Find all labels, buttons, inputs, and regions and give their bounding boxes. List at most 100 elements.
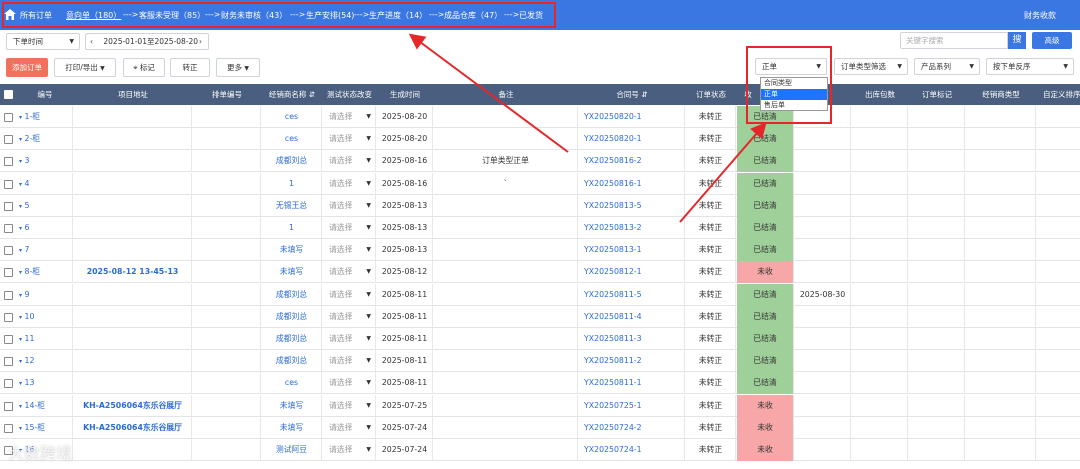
- order-type-filter-select[interactable]: 订单类型筛选 ▼: [834, 58, 908, 75]
- test-status-select[interactable]: 请选择 ▼: [323, 172, 376, 195]
- project-address[interactable]: [74, 305, 192, 328]
- row-checkbox[interactable]: [4, 335, 13, 344]
- dealer-name[interactable]: 1: [262, 217, 322, 239]
- row-checkbox[interactable]: [4, 401, 13, 411]
- dealer-name[interactable]: 成都刘总: [262, 150, 322, 173]
- dealer-name[interactable]: 无锡王总: [262, 194, 322, 217]
- nav-finance-unreviewed[interactable]: 财务未审核（43）: [221, 10, 287, 21]
- dealer-name[interactable]: 成都刘总: [262, 305, 322, 328]
- col-header-no[interactable]: 编号: [17, 84, 73, 105]
- contract-no[interactable]: YX20250811-4: [579, 305, 685, 328]
- test-status-select[interactable]: 请选择 ▼: [323, 194, 376, 217]
- sort-select[interactable]: 按下单反序 ▼: [986, 58, 1074, 75]
- table-row[interactable]: ▾ 15-柜 KH-A2506064东乐谷展厅 未填写 请选择 ▼ 2025-07-24 Y…: [0, 416, 1080, 439]
- order-no[interactable]: ▾ 8-柜: [17, 261, 73, 284]
- order-type-select[interactable]: 正单 ▼: [755, 58, 827, 75]
- nav-all-orders[interactable]: 所有订单: [20, 10, 52, 21]
- table-row[interactable]: ▾ 11 成都刘总 请选择 ▼ 2025-08-11 YX20250811-3 未转正 已结清: [0, 328, 1080, 350]
- row-checkbox[interactable]: [4, 246, 13, 256]
- order-no[interactable]: ▾ 12: [17, 350, 73, 373]
- dealer-name[interactable]: 测试阿豆: [262, 439, 322, 461]
- dealer-name[interactable]: 成都刘总: [262, 350, 322, 373]
- project-address[interactable]: [74, 439, 192, 461]
- order-no[interactable]: ▾ 6: [17, 217, 73, 239]
- project-address[interactable]: 2025-08-12 13-45-13: [74, 261, 192, 284]
- contract-no[interactable]: YX20250813-5: [579, 194, 685, 217]
- dealer-name[interactable]: ces: [262, 106, 322, 128]
- search-input[interactable]: 关键字搜索: [900, 32, 1008, 49]
- contract-no[interactable]: YX20250816-2: [579, 150, 685, 173]
- project-address[interactable]: [74, 150, 192, 173]
- table-row[interactable]: ▾ 2-柜 ces 请选择 ▼ 2025-08-20 YX20250820-1 未转正 已结清: [0, 128, 1080, 151]
- dealer-name[interactable]: 成都刘总: [262, 328, 322, 350]
- expand-icon[interactable]: ▾: [19, 203, 22, 210]
- project-address[interactable]: [74, 372, 192, 395]
- project-address[interactable]: [74, 239, 192, 262]
- test-status-select[interactable]: 请选择 ▼: [323, 416, 376, 439]
- dealer-name[interactable]: ces: [262, 372, 322, 395]
- contract-no[interactable]: YX20250813-2: [579, 217, 685, 239]
- order-no[interactable]: ▾ 15-柜: [17, 416, 73, 439]
- dealer-name[interactable]: 未填写: [262, 394, 322, 417]
- row-checkbox[interactable]: [4, 179, 13, 189]
- home-icon[interactable]: [4, 9, 16, 20]
- project-address[interactable]: [74, 328, 192, 350]
- sort-icon[interactable]: ⇵: [641, 90, 647, 99]
- table-row[interactable]: ▾ 4 1 请选择 ▼ 2025-08-16 ` YX20250816-1 未转正 已结清: [0, 172, 1080, 195]
- order-no[interactable]: ▾ 13: [17, 372, 73, 395]
- nav-cs-pending[interactable]: 客服未受理（85）: [139, 10, 205, 21]
- expand-icon[interactable]: ▾: [19, 247, 22, 254]
- row-checkbox[interactable]: [4, 357, 13, 367]
- date-range-picker[interactable]: ‹ 2025-01-01至2025-08-20 ›: [85, 33, 209, 50]
- product-series-select[interactable]: 产品系列 ▼: [914, 58, 980, 75]
- table-row[interactable]: ▾ 1-柜 ces 请选择 ▼ 2025-08-20 YX20250820-1 未转正 已结清: [0, 106, 1080, 128]
- test-status-select[interactable]: 请选择 ▼: [323, 128, 376, 151]
- test-status-select[interactable]: 请选择 ▼: [323, 305, 376, 328]
- order-no[interactable]: ▾ 3: [17, 150, 73, 173]
- contract-no[interactable]: YX20250724-1: [579, 439, 685, 461]
- contract-no[interactable]: YX20250724-2: [579, 416, 685, 439]
- add-order-button[interactable]: 添加订单: [6, 58, 48, 77]
- advanced-button[interactable]: 高级: [1032, 32, 1072, 49]
- contract-no[interactable]: YX20250820-1: [579, 128, 685, 151]
- table-row[interactable]: ▾ 12 成都刘总 请选择 ▼ 2025-08-11 YX20250811-2 未转正 已结清: [0, 350, 1080, 373]
- project-address[interactable]: [74, 172, 192, 195]
- expand-icon[interactable]: ▾: [19, 292, 22, 299]
- table-row[interactable]: ▾ 7 未填写 请选择 ▼ 2025-08-13 YX20250813-1 未转正 已结清: [0, 239, 1080, 262]
- contract-no[interactable]: YX20250811-1: [579, 372, 685, 395]
- nav-finished-warehouse[interactable]: 成品仓库（47）: [444, 10, 502, 21]
- table-row[interactable]: ▾ 3 成都刘总 请选择 ▼ 2025-08-16 订单类型正单 YX20250816-2 未…: [0, 150, 1080, 173]
- contract-no[interactable]: YX20250811-3: [579, 328, 685, 350]
- test-status-select[interactable]: 请选择 ▼: [323, 106, 376, 128]
- row-checkbox[interactable]: [4, 312, 13, 322]
- expand-icon[interactable]: ▾: [19, 380, 22, 387]
- table-row[interactable]: ▾ 14-柜 KH-A2506064东乐谷展厅 未填写 请选择 ▼ 2025-07-25 Y…: [0, 394, 1080, 417]
- project-address[interactable]: [74, 350, 192, 373]
- chevron-left-icon[interactable]: ‹: [90, 37, 93, 46]
- table-row[interactable]: ▾ 6 1 请选择 ▼ 2025-08-13 YX20250813-2 未转正 已结清: [0, 217, 1080, 239]
- row-checkbox[interactable]: [4, 268, 13, 278]
- dropdown-option[interactable]: 正单: [761, 89, 827, 100]
- row-checkbox[interactable]: [4, 157, 13, 167]
- test-status-select[interactable]: 请选择 ▼: [323, 261, 376, 284]
- contract-no[interactable]: YX20250813-1: [579, 239, 685, 262]
- nav-shipped[interactable]: 已发货: [519, 10, 543, 21]
- nav-production-progress[interactable]: 生产进度（14）: [369, 10, 427, 21]
- order-no[interactable]: ▾ 4: [17, 172, 73, 195]
- chevron-right-icon[interactable]: ›: [199, 34, 202, 49]
- table-row[interactable]: ▾ 16 测试阿豆 请选择 ▼ 2025-07-24 YX20250724-1 未转正 未收: [0, 439, 1080, 461]
- contract-no[interactable]: YX20250820-1: [579, 106, 685, 128]
- dealer-name[interactable]: 未填写: [262, 239, 322, 262]
- dropdown-option[interactable]: 合同类型: [761, 78, 827, 89]
- row-checkbox[interactable]: [4, 113, 13, 122]
- expand-icon[interactable]: ▾: [19, 358, 22, 365]
- mark-button[interactable]: ⌖ 标记: [123, 58, 165, 77]
- project-address[interactable]: [74, 194, 192, 217]
- contract-no[interactable]: YX20250811-2: [579, 350, 685, 373]
- test-status-select[interactable]: 请选择 ▼: [323, 372, 376, 395]
- order-no[interactable]: ▾ 1-柜: [17, 106, 73, 128]
- table-row[interactable]: ▾ 10 成都刘总 请选择 ▼ 2025-08-11 YX20250811-4 未转正 已结清: [0, 305, 1080, 328]
- order-no[interactable]: ▾ 9: [17, 283, 73, 306]
- expand-icon[interactable]: ▾: [19, 225, 22, 232]
- row-checkbox[interactable]: [4, 423, 13, 433]
